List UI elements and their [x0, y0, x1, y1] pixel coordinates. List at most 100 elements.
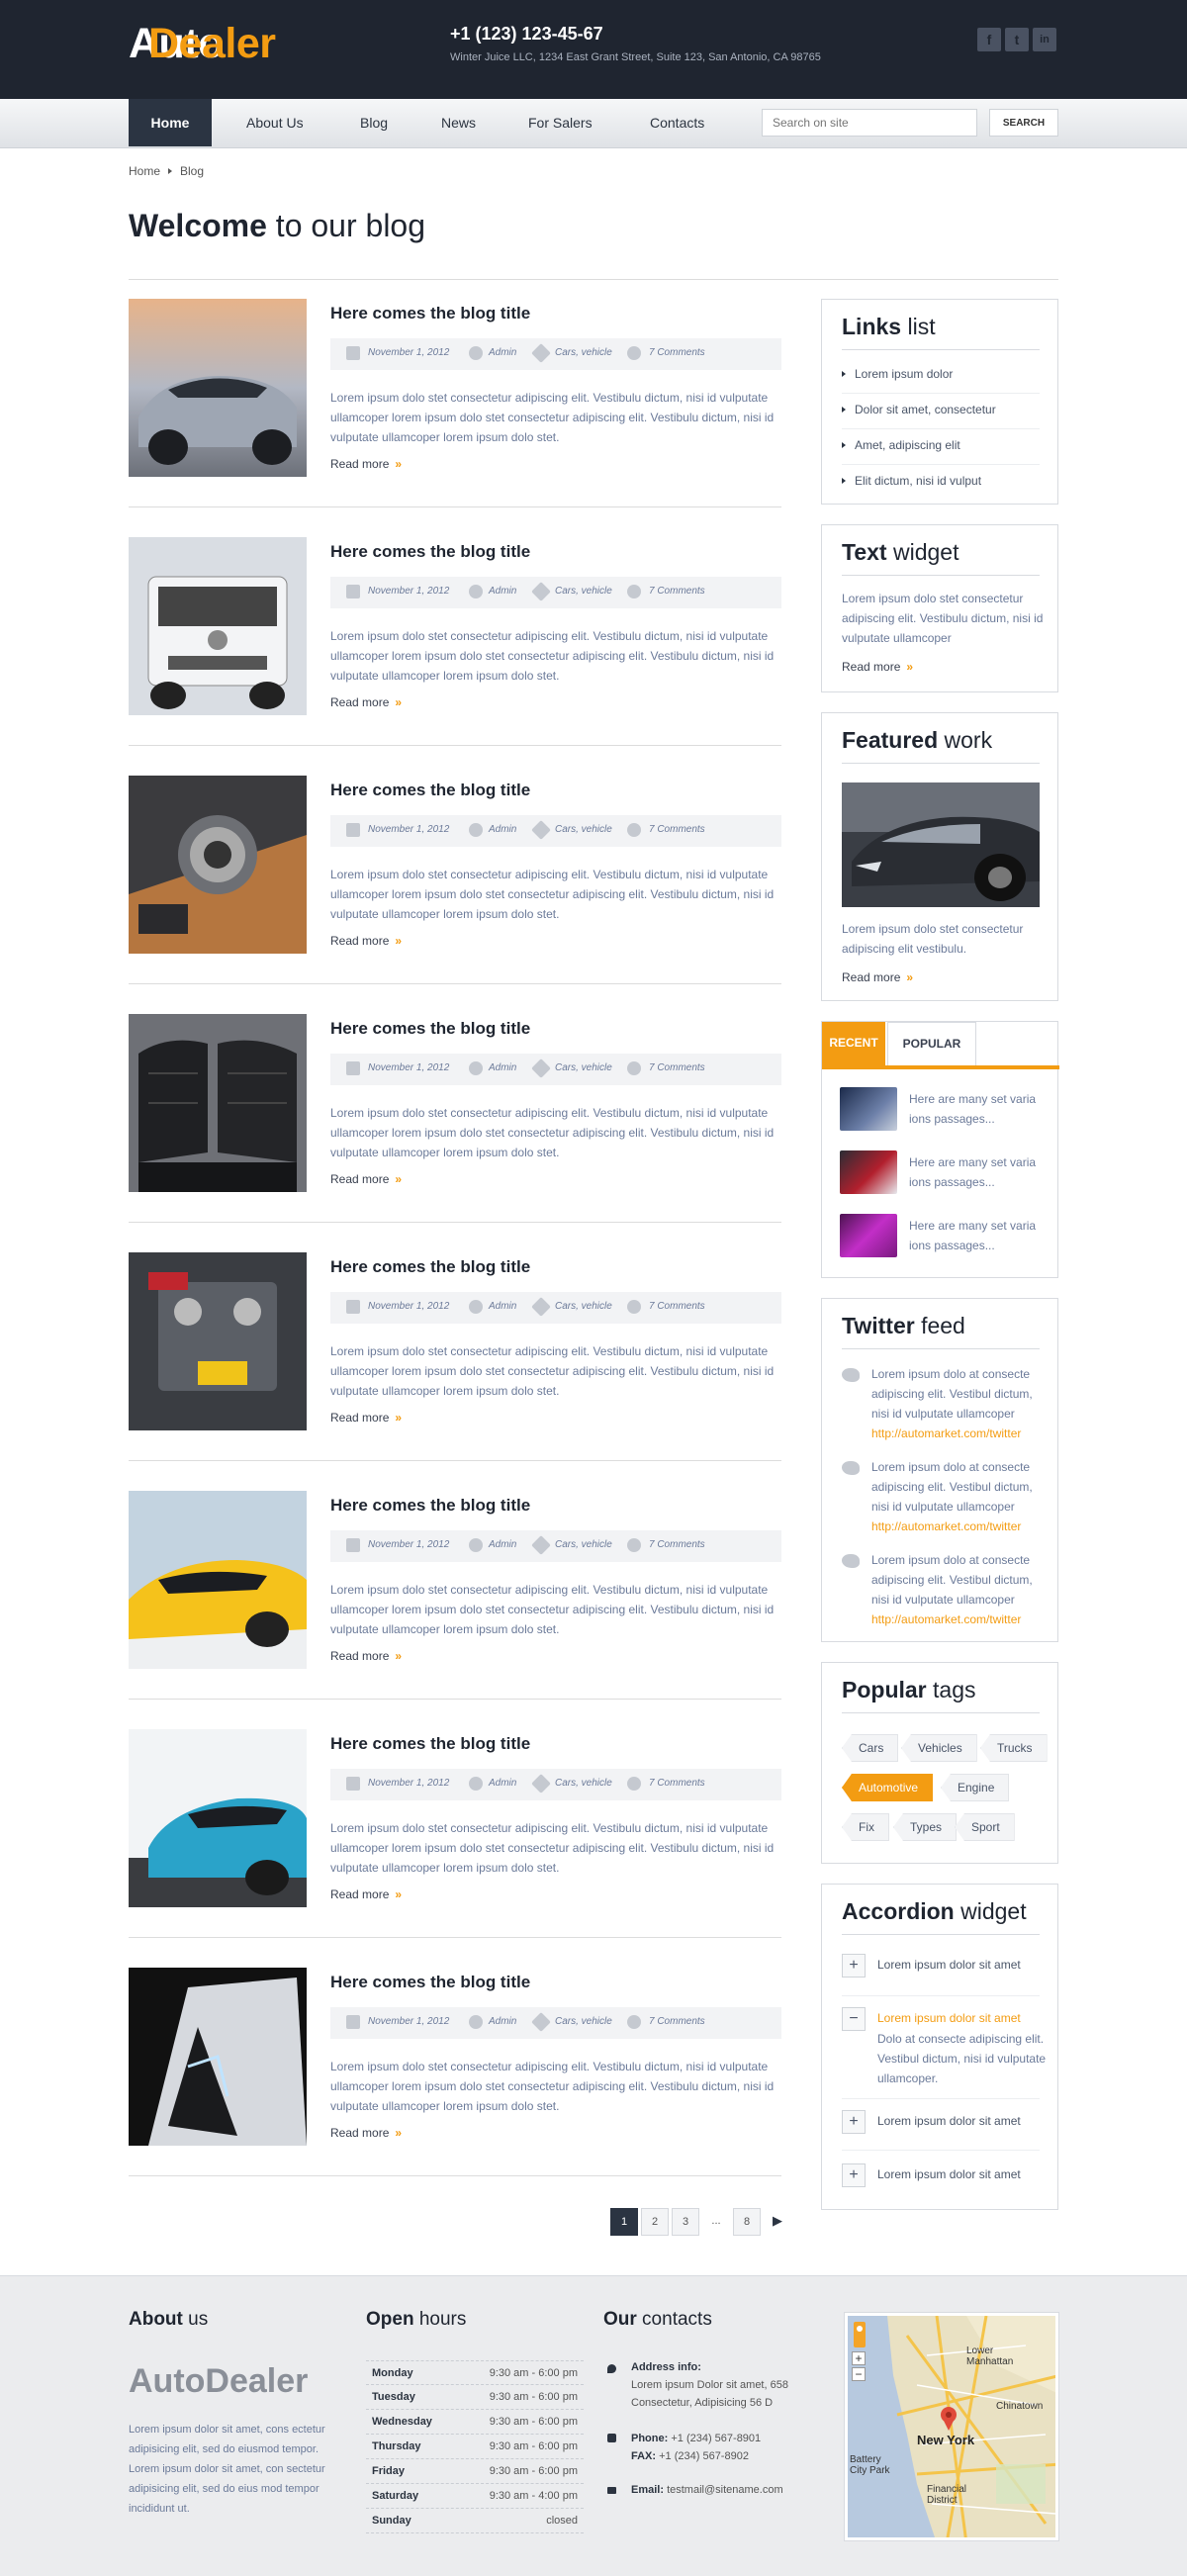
accordion-title[interactable]: Lorem ipsum dolor sit amet [877, 2011, 1050, 2025]
post-author[interactable]: Admin [489, 347, 516, 358]
featured-widget-read-more[interactable]: Read more» [842, 970, 913, 984]
post-categories[interactable]: Cars, vehicle [555, 586, 612, 597]
post-comments[interactable]: 7 Comments [649, 824, 705, 835]
plus-icon[interactable]: + [842, 2163, 866, 2187]
link-item[interactable]: Lorem ipsum dolor [842, 367, 1040, 381]
accordion-title[interactable]: Lorem ipsum dolor sit amet [877, 2114, 1050, 2128]
tweet-link[interactable]: http://automarket.com/twitter [871, 1612, 1021, 1626]
page-3-button[interactable]: 3 [672, 2208, 699, 2236]
page-8-button[interactable]: 8 [733, 2208, 761, 2236]
post-author[interactable]: Admin [489, 586, 516, 597]
post-thumbnail[interactable] [129, 299, 307, 477]
read-more-link[interactable]: Read more» [330, 695, 402, 709]
post-categories[interactable]: Cars, vehicle [555, 824, 612, 835]
breadcrumb-home[interactable]: Home [129, 164, 160, 178]
post-thumbnail[interactable] [129, 1014, 307, 1192]
post-comments[interactable]: 7 Comments [649, 1301, 705, 1312]
post-author[interactable]: Admin [489, 1539, 516, 1550]
twitter-icon[interactable]: t [1005, 28, 1029, 51]
post-comments[interactable]: 7 Comments [649, 347, 705, 358]
nav-contacts[interactable]: Contacts [650, 99, 704, 146]
post-thumbnail[interactable] [129, 1968, 307, 2146]
featured-car-image[interactable] [842, 782, 1040, 907]
read-more-link[interactable]: Read more» [330, 1887, 402, 1901]
link-item[interactable]: Dolor sit amet, consectetur [842, 403, 1040, 416]
search-button[interactable]: SEARCH [989, 109, 1058, 137]
read-more-link[interactable]: Read more» [330, 934, 402, 948]
accordion-title[interactable]: Lorem ipsum dolor sit amet [877, 1958, 1050, 1972]
post-title[interactable]: Here comes the blog title [330, 1973, 530, 1992]
tag-engine[interactable]: Engine [941, 1774, 1010, 1801]
read-more-link[interactable]: Read more» [330, 457, 402, 471]
plus-icon[interactable]: + [842, 2110, 866, 2134]
post-categories[interactable]: Cars, vehicle [555, 1062, 612, 1073]
tag-fix[interactable]: Fix [842, 1813, 889, 1841]
tag-trucks[interactable]: Trucks [980, 1734, 1048, 1762]
tag-sport[interactable]: Sport [955, 1813, 1015, 1841]
tab-popular[interactable]: POPULAR [887, 1022, 976, 1065]
page-1-button[interactable]: 1 [610, 2208, 638, 2236]
post-title[interactable]: Here comes the blog title [330, 1019, 530, 1039]
post-thumbnail[interactable] [129, 776, 307, 954]
read-more-link[interactable]: Read more» [330, 2126, 402, 2140]
nav-about[interactable]: About Us [246, 99, 304, 146]
plus-icon[interactable]: + [842, 1954, 866, 1978]
post-comments[interactable]: 7 Comments [649, 1539, 705, 1550]
search-input[interactable] [762, 109, 977, 137]
post-thumbnail[interactable] [129, 1252, 307, 1430]
nav-for-salers[interactable]: For Salers [528, 99, 593, 146]
post-comments[interactable]: 7 Comments [649, 586, 705, 597]
post-thumbnail[interactable] [129, 537, 307, 715]
post-thumbnail[interactable] [129, 1729, 307, 1907]
post-author[interactable]: Admin [489, 1301, 516, 1312]
post-author[interactable]: Admin [489, 2016, 516, 2027]
post-title[interactable]: Here comes the blog title [330, 542, 530, 562]
read-more-link[interactable]: Read more» [330, 1172, 402, 1186]
minus-icon[interactable]: − [842, 2007, 866, 2031]
post-author[interactable]: Admin [489, 1778, 516, 1789]
post-thumbnail[interactable] [129, 1491, 307, 1669]
location-map[interactable]: + − Lower Manhattan Chinatown New York B… [845, 2313, 1058, 2540]
post-comments[interactable]: 7 Comments [649, 1778, 705, 1789]
post-title[interactable]: Here comes the blog title [330, 1496, 530, 1516]
read-more-link[interactable]: Read more» [330, 1649, 402, 1663]
nav-home[interactable]: Home [129, 99, 212, 146]
post-title[interactable]: Here comes the blog title [330, 304, 530, 323]
link-item[interactable]: Amet, adipiscing elit [842, 438, 1040, 452]
post-categories[interactable]: Cars, vehicle [555, 2016, 612, 2027]
linkedin-icon[interactable]: in [1033, 28, 1056, 51]
map-zoom-in-button[interactable]: + [852, 2351, 866, 2365]
tweet-link[interactable]: http://automarket.com/twitter [871, 1426, 1021, 1440]
map-zoom-out-button[interactable]: − [852, 2367, 866, 2381]
post-title[interactable]: Here comes the blog title [330, 1257, 530, 1277]
tag-types[interactable]: Types [893, 1813, 958, 1841]
read-more-link[interactable]: Read more» [330, 1411, 402, 1425]
post-comments[interactable]: 7 Comments [649, 2016, 705, 2027]
post-categories[interactable]: Cars, vehicle [555, 347, 612, 358]
tag-automotive[interactable]: Automotive [842, 1774, 934, 1801]
text-widget-read-more[interactable]: Read more» [842, 660, 913, 674]
post-title[interactable]: Here comes the blog title [330, 781, 530, 800]
link-item[interactable]: Elit dictum, nisi id vulput [842, 474, 1040, 488]
post-categories[interactable]: Cars, vehicle [555, 1301, 612, 1312]
post-comments[interactable]: 7 Comments [649, 1062, 705, 1073]
post-title[interactable]: Here comes the blog title [330, 1734, 530, 1754]
page-2-button[interactable]: 2 [641, 2208, 669, 2236]
user-icon [469, 585, 483, 598]
next-page-icon[interactable]: ▶ [764, 2208, 791, 2236]
footer-logo[interactable]: AutoDealer [129, 2362, 308, 2401]
post-categories[interactable]: Cars, vehicle [555, 1539, 612, 1550]
site-logo[interactable]: Auto Dealer [129, 20, 276, 68]
tag-vehicles[interactable]: Vehicles [901, 1734, 977, 1762]
post-author[interactable]: Admin [489, 824, 516, 835]
facebook-icon[interactable]: f [977, 28, 1001, 51]
tab-recent[interactable]: RECENT [822, 1022, 885, 1065]
nav-news[interactable]: News [441, 99, 476, 146]
post-categories[interactable]: Cars, vehicle [555, 1778, 612, 1789]
tag-cars[interactable]: Cars [842, 1734, 899, 1762]
post-author[interactable]: Admin [489, 1062, 516, 1073]
accordion-title[interactable]: Lorem ipsum dolor sit amet [877, 2167, 1050, 2181]
contact-email[interactable]: Email: testmail@sitename.com [631, 2481, 829, 2499]
tweet-link[interactable]: http://automarket.com/twitter [871, 1519, 1021, 1533]
nav-blog[interactable]: Blog [360, 99, 388, 146]
